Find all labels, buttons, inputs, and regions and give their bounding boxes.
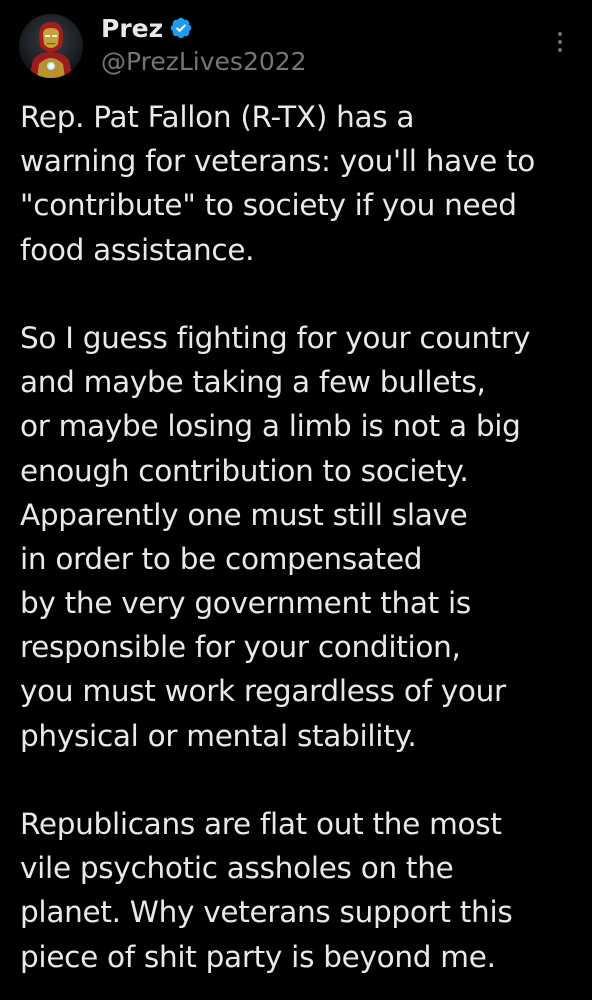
tweet-line: So I guess fighting for your country — [20, 320, 531, 355]
more-options-icon — [558, 32, 562, 52]
tweet-paragraph: So I guess fighting for your country and… — [20, 316, 580, 758]
tweet-line: enough contribution to society. — [20, 453, 469, 488]
tweet-line: in order to be compensated — [20, 541, 423, 576]
tweet-line: or maybe losing a limb is not a big — [20, 409, 521, 444]
avatar[interactable] — [19, 14, 83, 78]
tweet-line: Republicans are flat out the most — [20, 807, 502, 841]
tweet-line: you must work regardless of your — [20, 674, 506, 709]
more-options-button[interactable] — [546, 24, 574, 60]
tweet-line: Rep. Pat Fallon (R-TX) has a — [20, 100, 415, 134]
tweet-line: physical or mental stability. — [20, 718, 417, 753]
tweet-paragraph: Rep. Pat Fallon (R-TX) has a warning for… — [20, 95, 580, 272]
tweet-line: and maybe taking a few bullets, — [20, 365, 486, 400]
tweet-line: by the very government that is — [20, 586, 471, 621]
tweet-line: "contribute" to society if you need — [20, 188, 517, 223]
verified-badge-icon[interactable] — [169, 16, 193, 40]
tweet-line: planet. Why veterans support this — [20, 895, 513, 930]
tweet-line: Apparently one must still slave — [20, 497, 468, 532]
tweet-paragraph: Republicans are flat out the most vile p… — [20, 802, 580, 979]
tweet-line: warning for veterans: you'll have to — [20, 144, 536, 179]
tweet-line: vile psychotic assholes on the — [20, 851, 454, 886]
tweet: Prez @PrezLives2022 Rep. Pat Fallon (R-T… — [0, 0, 592, 1000]
author-handle[interactable]: @PrezLives2022 — [101, 47, 307, 76]
tweet-text: Rep. Pat Fallon (R-TX) has a warning for… — [20, 95, 580, 979]
tweet-line: food assistance. — [20, 232, 255, 267]
author-name-row: Prez — [101, 10, 193, 46]
tweet-line: responsible for your condition, — [20, 630, 461, 665]
iron-man-avatar-icon — [19, 14, 83, 78]
tweet-line: piece of shit party is beyond me. — [20, 939, 496, 974]
display-name[interactable]: Prez — [101, 14, 163, 43]
